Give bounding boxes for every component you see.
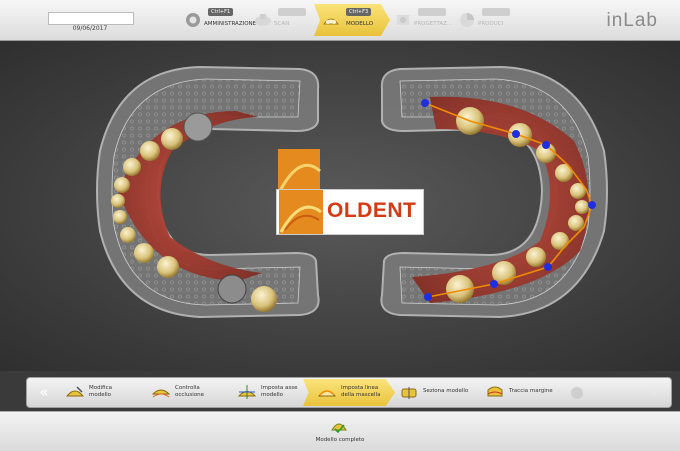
- logo-emblem-icon: [279, 190, 323, 234]
- shortcut-badge: [278, 8, 306, 16]
- scan-icon: [255, 14, 271, 26]
- date-label: 09/06/2017: [72, 25, 108, 32]
- produce-icon: [460, 13, 474, 27]
- step-produci: PRODUCI: [456, 4, 522, 36]
- section-model-icon: [401, 387, 417, 399]
- step-amministrazione[interactable]: Ctrl+F1 AMMINISTRAZIONE: [182, 4, 256, 36]
- tool-disabled: [567, 379, 637, 406]
- step-label: PRODUCI: [478, 21, 504, 27]
- oldent-logo-art: [278, 149, 322, 192]
- tool-label: Imposta asse modello: [261, 385, 298, 398]
- step-label: MODELLO: [346, 21, 374, 27]
- tool-label: Imposta linea della mascella: [341, 385, 381, 398]
- design-icon: [397, 15, 409, 25]
- trace-margin-icon: [487, 386, 503, 397]
- step-label: SCAN: [274, 21, 290, 27]
- model-complete-icon[interactable]: [330, 417, 348, 435]
- step-scan: SCAN: [252, 4, 318, 36]
- tool-seziona-modello[interactable]: Seziona modello: [399, 379, 479, 406]
- shortcut-badge: Ctrl+F1: [208, 8, 234, 16]
- disabled-tool-icon: [571, 387, 583, 399]
- model-viewport[interactable]: OLDENT: [0, 41, 680, 371]
- step-progettazione: PROGETTAZ...: [392, 4, 458, 36]
- tool-modifica-modello[interactable]: Modifica modello: [65, 379, 145, 406]
- logo-text: OLDENT: [327, 199, 417, 222]
- jaw-line-icon: [317, 390, 337, 397]
- bottom-bar: Modello completo: [0, 411, 680, 451]
- tool-imposta-linea-mascella[interactable]: Imposta linea della mascella: [303, 379, 395, 406]
- check-occlusion-icon: [151, 389, 171, 398]
- tool-controlla-occlusione[interactable]: Controlla occlusione: [151, 379, 231, 406]
- model-icon: [323, 18, 339, 25]
- tool-label: Controlla occlusione: [175, 385, 205, 398]
- oldent-logo: OLDENT: [276, 189, 424, 235]
- step-label: AMMINISTRAZIONE: [204, 21, 257, 27]
- step-modello[interactable]: Ctrl+F3 MODELLO: [314, 4, 390, 36]
- brand-logo: inLab: [606, 10, 658, 31]
- shortcut-badge: [418, 8, 446, 16]
- toolbar-next-button[interactable]: »: [641, 382, 667, 403]
- model-toolbar: « Modifica modello Controlla occlusione …: [26, 377, 672, 408]
- tool-label: Seziona modello: [423, 388, 469, 394]
- double-chevron-right-icon: »: [649, 383, 659, 401]
- step-label: PROGETTAZ...: [414, 21, 453, 27]
- administration-icon: [186, 13, 200, 27]
- shortcut-badge: [482, 8, 510, 16]
- edit-model-icon: [65, 386, 85, 397]
- tool-label: Modifica modello: [89, 385, 112, 398]
- model-axis-icon: [237, 385, 257, 399]
- tool-label: Traccia margine: [509, 388, 553, 394]
- top-bar: 09/06/2017 Ctrl+F1 AMMINISTRAZIONE SCAN …: [0, 0, 680, 41]
- shortcut-badge: Ctrl+F3: [346, 8, 372, 16]
- tool-traccia-margine[interactable]: Traccia margine: [485, 379, 565, 406]
- model-complete-button[interactable]: Modello completo: [0, 437, 680, 443]
- toolbar-prev-button[interactable]: «: [31, 382, 57, 403]
- patient-name-field[interactable]: [48, 12, 134, 25]
- double-chevron-left-icon: «: [39, 383, 49, 401]
